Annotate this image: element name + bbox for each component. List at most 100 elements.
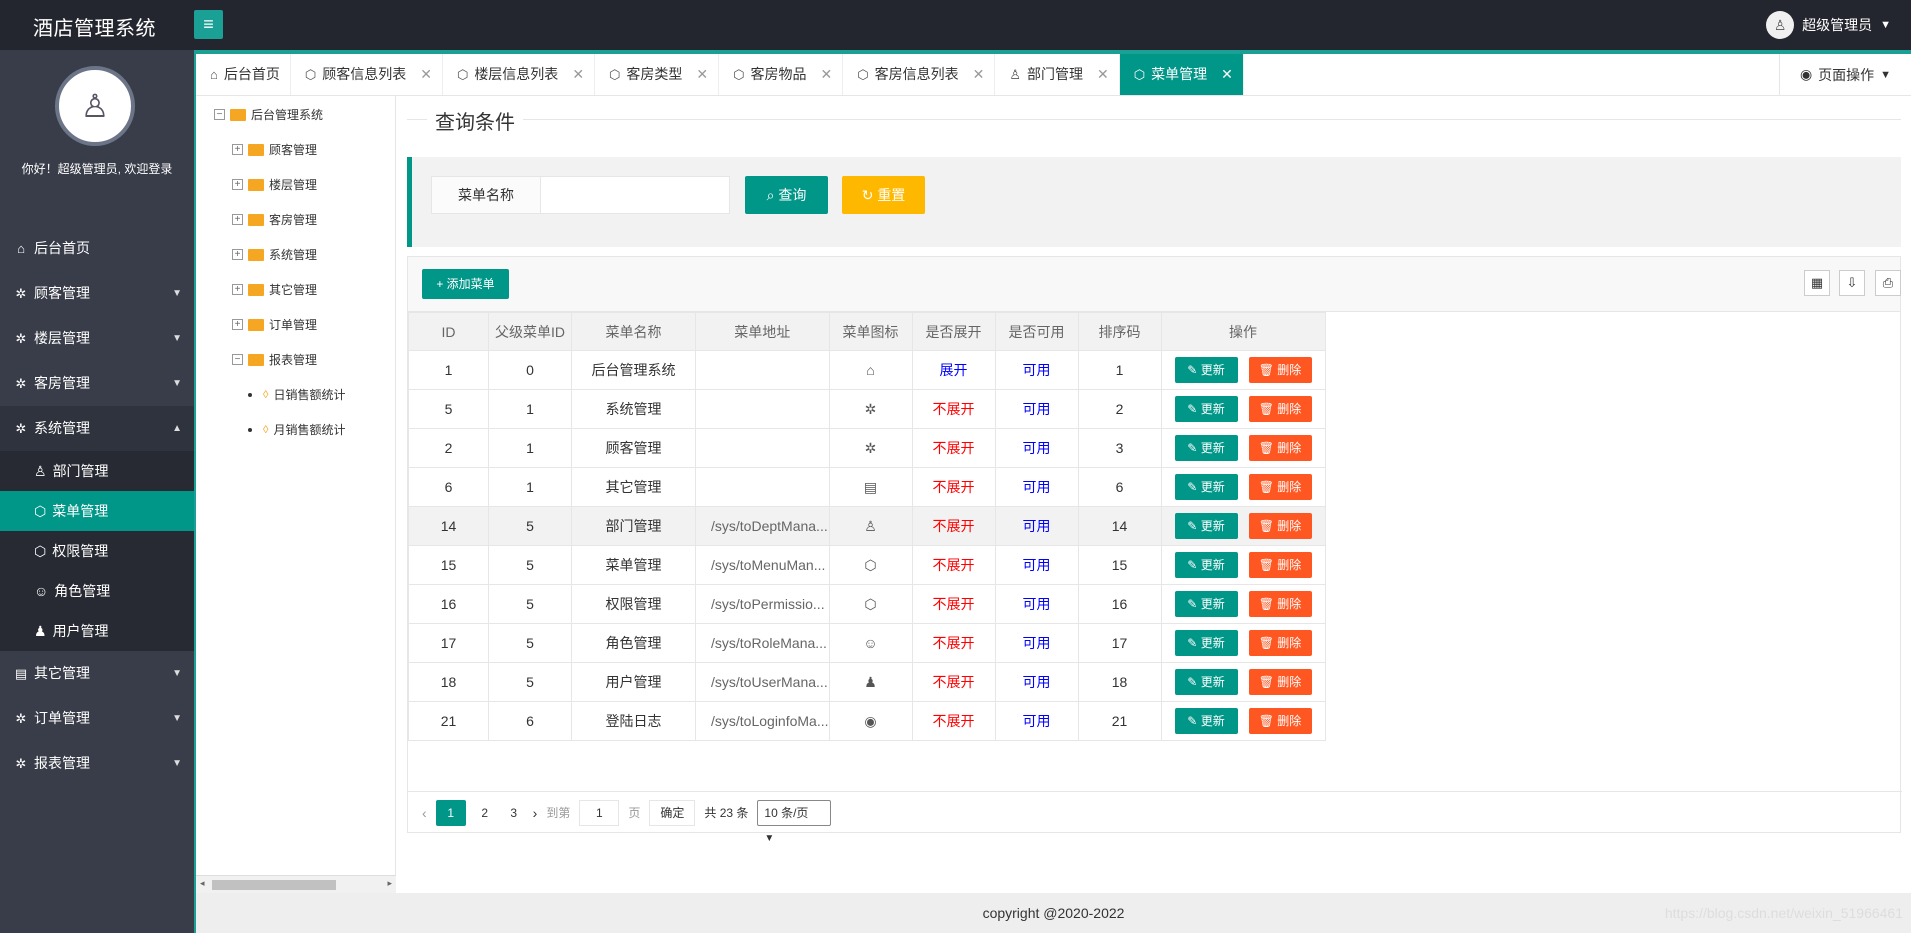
search-button[interactable]: ⌕ 查询 bbox=[745, 176, 828, 214]
page-link[interactable]: 2 bbox=[475, 806, 495, 820]
expand-icon[interactable]: + bbox=[232, 179, 243, 190]
page-ops-menu[interactable]: ◉ 页面操作 ▼ bbox=[1779, 54, 1911, 95]
update-button[interactable]: ✎ 更新 bbox=[1174, 474, 1238, 500]
tree-scrollbar[interactable]: ◂ ▸ bbox=[196, 875, 396, 893]
close-icon[interactable]: ✕ bbox=[1221, 54, 1233, 95]
col-icon[interactable]: 菜单图标 bbox=[828, 312, 913, 351]
update-button[interactable]: ✎ 更新 bbox=[1174, 357, 1238, 383]
expand-icon[interactable]: + bbox=[232, 284, 243, 295]
page-current[interactable]: 1 bbox=[435, 799, 466, 826]
scrollbar-thumb[interactable] bbox=[212, 880, 336, 890]
sidebar-item-role[interactable]: ☺ 角色管理 bbox=[0, 571, 194, 611]
delete-button[interactable]: 🗑 删除 bbox=[1248, 552, 1312, 578]
delete-button[interactable]: 🗑 删除 bbox=[1248, 669, 1312, 695]
delete-button[interactable]: 🗑 删除 bbox=[1248, 435, 1312, 461]
update-button[interactable]: ✎ 更新 bbox=[1174, 513, 1238, 539]
expand-icon[interactable]: + bbox=[232, 144, 243, 155]
sidebar-item-reports[interactable]: ✲ 报表管理 ▼ bbox=[0, 741, 194, 786]
sidebar-item-floors[interactable]: ✲ 楼层管理 ▼ bbox=[0, 316, 194, 361]
close-icon[interactable]: ✕ bbox=[821, 54, 833, 95]
tab-floor-list[interactable]: ⬡ 楼层信息列表 ✕ bbox=[443, 54, 596, 95]
col-spread[interactable]: 是否展开 bbox=[911, 312, 996, 351]
sidebar-item-rooms[interactable]: ✲ 客房管理 ▼ bbox=[0, 361, 194, 406]
tab-room-type[interactable]: ⬡ 客房类型 ✕ bbox=[595, 54, 720, 95]
columns-icon[interactable]: ▦ bbox=[1804, 270, 1830, 296]
col-parent-id[interactable]: 父级菜单ID bbox=[488, 312, 572, 351]
tree-node[interactable]: + 订单管理 bbox=[232, 316, 317, 333]
user-menu[interactable]: ♙ 超级管理员 ▼ bbox=[1766, 11, 1891, 39]
tree-node[interactable]: − 报表管理 bbox=[232, 351, 317, 368]
sidebar-item-home[interactable]: ⌂ 后台首页 bbox=[0, 226, 194, 271]
page-link[interactable]: 3 bbox=[504, 806, 524, 820]
expand-icon[interactable]: + bbox=[232, 249, 243, 260]
update-button[interactable]: ✎ 更新 bbox=[1174, 435, 1238, 461]
col-order[interactable]: 排序码 bbox=[1077, 312, 1162, 351]
delete-button[interactable]: 🗑 删除 bbox=[1248, 474, 1312, 500]
tab-home[interactable]: ⌂ 后台首页 bbox=[196, 54, 291, 95]
sidebar-item-menu[interactable]: ⬡ 菜单管理 bbox=[0, 491, 194, 531]
tree-node[interactable]: + 顾客管理 bbox=[232, 141, 317, 158]
delete-button[interactable]: 🗑 删除 bbox=[1248, 513, 1312, 539]
update-button[interactable]: ✎ 更新 bbox=[1174, 669, 1238, 695]
update-button[interactable]: ✎ 更新 bbox=[1174, 591, 1238, 617]
tab-menu[interactable]: ⬡ 菜单管理 ✕ bbox=[1119, 54, 1244, 95]
page-size-select[interactable]: 10 条/页 ▼ bbox=[757, 799, 832, 844]
tab-room-list[interactable]: ⬡ 客房信息列表 ✕ bbox=[843, 54, 996, 95]
close-icon[interactable]: ✕ bbox=[572, 54, 584, 95]
menu-toggle-button[interactable]: ≡ bbox=[194, 10, 223, 39]
add-menu-button[interactable]: + 添加菜单 bbox=[422, 269, 509, 299]
tree-node-root[interactable]: − 后台管理系统 bbox=[214, 106, 323, 123]
update-button[interactable]: ✎ 更新 bbox=[1174, 630, 1238, 656]
delete-button[interactable]: 🗑 删除 bbox=[1248, 357, 1312, 383]
tree-leaf[interactable]: ◊ 月销售额统计 bbox=[248, 421, 345, 438]
sidebar-item-system[interactable]: ✲ 系统管理 ▲ bbox=[0, 406, 194, 451]
delete-button[interactable]: 🗑 删除 bbox=[1248, 708, 1312, 734]
update-button[interactable]: ✎ 更新 bbox=[1174, 396, 1238, 422]
delete-button[interactable]: 🗑 删除 bbox=[1248, 591, 1312, 617]
tab-dept[interactable]: ♙ 部门管理 ✕ bbox=[995, 54, 1120, 95]
table-row[interactable]: 16 5 权限管理/sys/toPermissio... ⬡ 不展开 可用 16 ✎ 更新 🗑 … bbox=[408, 584, 1326, 624]
menu-name-input[interactable] bbox=[540, 176, 730, 214]
update-button[interactable]: ✎ 更新 bbox=[1174, 552, 1238, 578]
col-available[interactable]: 是否可用 bbox=[994, 312, 1079, 351]
reset-button[interactable]: ↻ 重置 bbox=[842, 176, 925, 214]
tree-node[interactable]: + 客房管理 bbox=[232, 211, 317, 228]
tree-node[interactable]: + 其它管理 bbox=[232, 281, 317, 298]
expand-icon[interactable]: + bbox=[232, 214, 243, 225]
col-id[interactable]: ID bbox=[408, 312, 489, 351]
table-row[interactable]: 14 5 部门管理/sys/toDeptMana... ♙ 不展开 可用 14 ✎ 更新 🗑 删… bbox=[408, 506, 1326, 546]
goto-page-input[interactable]: 1 bbox=[579, 799, 620, 826]
delete-button[interactable]: 🗑 删除 bbox=[1248, 396, 1312, 422]
print-icon[interactable]: ⎙ bbox=[1875, 270, 1901, 296]
table-row[interactable]: 6 1 其它管理 ▤ 不展开 可用 6 ✎ 更新 🗑 删除 bbox=[408, 467, 1326, 507]
sidebar-item-orders[interactable]: ✲ 订单管理 ▼ bbox=[0, 696, 194, 741]
collapse-icon[interactable]: − bbox=[214, 109, 225, 120]
update-button[interactable]: ✎ 更新 bbox=[1174, 708, 1238, 734]
sidebar-item-customers[interactable]: ✲ 顾客管理 ▼ bbox=[0, 271, 194, 316]
tab-customer-list[interactable]: ⬡ 顾客信息列表 ✕ bbox=[291, 54, 443, 95]
sidebar-item-other[interactable]: ▤ 其它管理 ▼ bbox=[0, 651, 194, 696]
table-row[interactable]: 18 5 用户管理/sys/toUserMana... ♟ 不展开 可用 18 ✎ 更新 🗑 删… bbox=[408, 662, 1326, 702]
close-icon[interactable]: ✕ bbox=[973, 54, 985, 95]
table-row[interactable]: 2 1 顾客管理 ✲ 不展开 可用 3 ✎ 更新 🗑 删除 bbox=[408, 428, 1326, 468]
tree-node[interactable]: + 楼层管理 bbox=[232, 176, 317, 193]
close-icon[interactable]: ✕ bbox=[1097, 54, 1109, 95]
table-row[interactable]: 17 5 角色管理/sys/toRoleMana... ☺ 不展开 可用 17 ✎ 更新 🗑 删… bbox=[408, 623, 1326, 663]
delete-button[interactable]: 🗑 删除 bbox=[1248, 630, 1312, 656]
table-row[interactable]: 15 5 菜单管理/sys/toMenuMan... ⬡ 不展开 可用 15 ✎ 更新 🗑 删除 bbox=[408, 545, 1326, 585]
tree-node[interactable]: + 系统管理 bbox=[232, 246, 317, 263]
close-icon[interactable]: ✕ bbox=[420, 54, 432, 95]
prev-page-icon[interactable]: ‹ bbox=[422, 805, 427, 821]
tab-room-items[interactable]: ⬡ 客房物品 ✕ bbox=[719, 54, 844, 95]
export-icon[interactable]: ⇩ bbox=[1839, 270, 1865, 296]
expand-icon[interactable]: + bbox=[232, 319, 243, 330]
col-name[interactable]: 菜单名称 bbox=[571, 312, 696, 351]
scroll-left-icon[interactable]: ◂ bbox=[200, 878, 205, 889]
goto-confirm-button[interactable]: 确定 bbox=[649, 799, 696, 826]
tree-leaf[interactable]: ◊ 日销售额统计 bbox=[248, 386, 345, 403]
scroll-right-icon[interactable]: ▸ bbox=[387, 878, 392, 889]
col-url[interactable]: 菜单地址 bbox=[695, 312, 830, 351]
sidebar-item-permission[interactable]: ⬡ 权限管理 bbox=[0, 531, 194, 571]
sidebar-item-dept[interactable]: ♙ 部门管理 bbox=[0, 451, 194, 491]
next-page-icon[interactable]: › bbox=[533, 805, 538, 821]
